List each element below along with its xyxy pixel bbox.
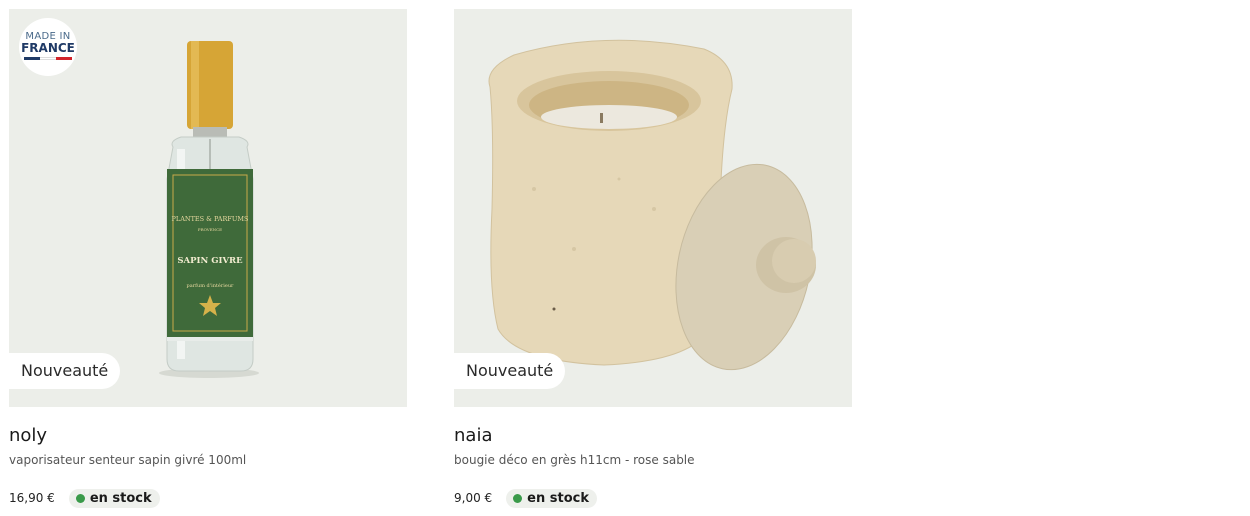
price-row: 9,00 € en stock	[454, 488, 598, 508]
stock-status-dot-icon	[513, 493, 523, 503]
product-price: 9,00 €	[454, 491, 493, 505]
product-description: vaporisateur senteur sapin givré 100ml	[9, 453, 247, 467]
product-card-naia[interactable]: Nouveauté naia bougie déco en grès h11cm…	[454, 9, 852, 508]
stock-label: en stock	[527, 490, 590, 506]
new-badge: Nouveauté	[454, 353, 566, 389]
price-row: 16,90 € en stock	[9, 488, 160, 508]
product-card-noly[interactable]: PLANTES & PARFUMS PROVENCE SAPIN GIVRE p…	[9, 9, 407, 508]
stock-label: en stock	[89, 490, 152, 506]
new-badge: Nouveauté	[9, 353, 121, 389]
label-region-text: PROVENCE	[198, 227, 222, 232]
label-scent-text: SAPIN GIVRE	[177, 256, 243, 266]
product-price: 16,90 €	[9, 491, 55, 505]
product-grid: PLANTES & PARFUMS PROVENCE SAPIN GIVRE p…	[0, 0, 1250, 516]
product-name[interactable]: naia	[454, 425, 492, 446]
stock-badge: en stock	[68, 488, 160, 508]
product-name[interactable]: noly	[9, 425, 47, 446]
stock-status-dot-icon	[75, 493, 85, 503]
product-description: bougie déco en grès h11cm - rose sable	[454, 453, 695, 467]
stock-badge: en stock	[506, 488, 598, 508]
french-flag-icon	[19, 57, 77, 60]
label-type-text: parfum d'intérieur	[187, 282, 235, 289]
made-in-france-badge: MADE IN FRANCE	[19, 18, 77, 76]
france-text: FRANCE	[21, 41, 75, 55]
product-image-link[interactable]: PLANTES & PARFUMS PROVENCE SAPIN GIVRE p…	[9, 9, 407, 407]
label-brand-text: PLANTES & PARFUMS	[172, 215, 249, 223]
candle-jar-image	[488, 39, 816, 371]
room-spray-bottle-image: PLANTES & PARFUMS PROVENCE SAPIN GIVRE p…	[159, 41, 259, 378]
product-image-link[interactable]: Nouveauté	[454, 9, 852, 407]
